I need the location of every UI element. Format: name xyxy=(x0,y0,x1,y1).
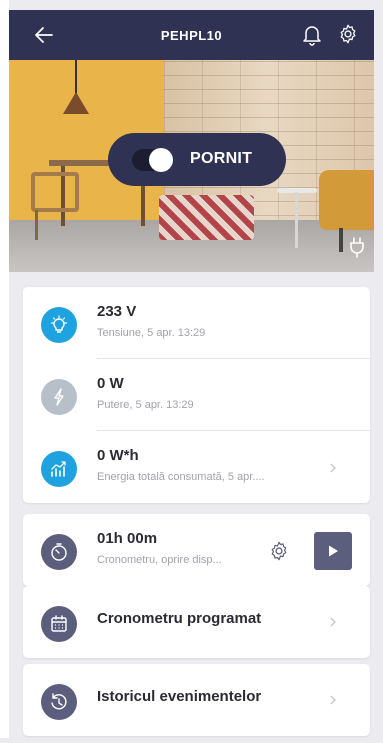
scheduled-timer-card[interactable]: Cronometru programat xyxy=(23,586,370,658)
event-history-label: Istoricul evenimentelor xyxy=(97,688,262,705)
timer-card: 01h 00m Cronometru, oprire disp... xyxy=(23,514,370,586)
stopwatch-icon xyxy=(41,534,77,570)
timer-play-button[interactable] xyxy=(314,532,352,570)
arrow-left-icon[interactable] xyxy=(33,24,55,46)
play-icon xyxy=(329,545,338,557)
metrics-card: 233 V Tensiune, 5 apr. 13:29 0 W Putere,… xyxy=(23,287,370,503)
left-edge xyxy=(0,0,9,743)
chair xyxy=(31,172,79,212)
chevron-right-icon xyxy=(330,463,336,473)
metric-voltage: 233 V Tensiune, 5 apr. 13:29 xyxy=(23,287,370,359)
side-table-leg xyxy=(295,192,298,248)
history-clock-icon xyxy=(41,684,77,720)
chair-leg xyxy=(35,210,38,240)
power-caption: Putere, 5 apr. 13:29 xyxy=(97,399,194,411)
gear-icon[interactable] xyxy=(337,23,359,45)
timer-value: 01h 00m xyxy=(97,530,158,547)
bell-icon[interactable] xyxy=(302,24,322,46)
energy-value: 0 W*h xyxy=(97,447,139,464)
chevron-right-icon xyxy=(330,617,336,627)
metric-energy[interactable]: 0 W*h Energia totală consumată, 5 apr...… xyxy=(23,431,370,503)
scheduled-timer-row[interactable]: Cronometru programat xyxy=(23,586,370,658)
metric-power: 0 W Putere, 5 apr. 13:29 xyxy=(23,359,370,431)
calendar-icon xyxy=(41,606,77,642)
armchair-leg xyxy=(339,228,343,252)
timer-caption: Cronometru, oprire disp... xyxy=(97,554,222,566)
voltage-value: 233 V xyxy=(97,303,137,320)
timer-settings-icon[interactable] xyxy=(268,540,290,562)
power-toggle[interactable]: PORNIT xyxy=(108,133,286,186)
scheduled-timer-label: Cronometru programat xyxy=(97,610,262,627)
lightning-icon xyxy=(41,379,77,415)
toggle-switch[interactable] xyxy=(132,148,173,172)
event-history-row[interactable]: Istoricul evenimentelor xyxy=(23,664,370,736)
power-value: 0 W xyxy=(97,375,124,392)
energy-caption: Energia totală consumată, 5 apr.... xyxy=(97,471,265,483)
bottom-edge xyxy=(0,738,383,743)
plug-icon xyxy=(350,237,364,258)
device-title: PEHPL10 xyxy=(160,27,223,43)
power-state-label: PORNIT xyxy=(190,150,253,167)
event-history-card[interactable]: Istoricul evenimentelor xyxy=(23,664,370,736)
ottoman xyxy=(159,195,254,240)
pendant-lamp xyxy=(63,92,89,114)
chevron-right-icon xyxy=(330,695,336,705)
armchair xyxy=(319,170,374,230)
voltage-caption: Tensiune, 5 apr. 13:29 xyxy=(97,327,206,339)
top-bar: PEHPL10 xyxy=(9,10,374,60)
lightbulb-icon xyxy=(41,307,77,343)
toggle-knob xyxy=(149,148,173,172)
energy-chart-icon xyxy=(41,451,77,487)
timer-row: 01h 00m Cronometru, oprire disp... xyxy=(23,514,370,586)
lamp-cord xyxy=(75,60,77,94)
device-hero-image: PORNIT xyxy=(9,60,374,272)
